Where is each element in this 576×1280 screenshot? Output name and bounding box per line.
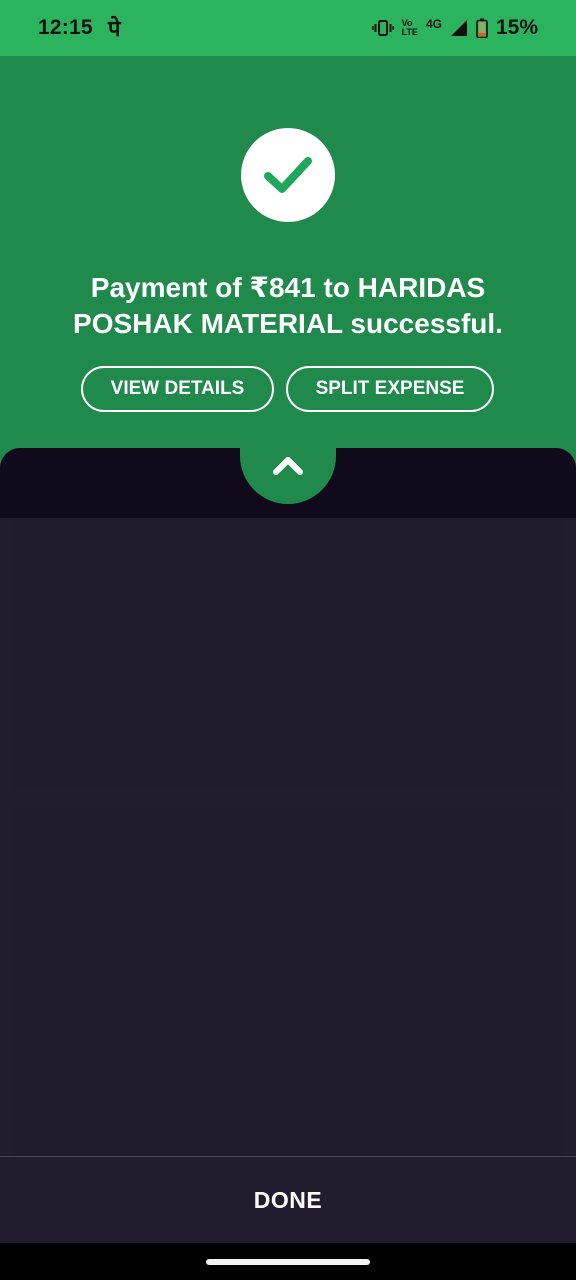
status-time: 12:15 xyxy=(38,16,93,39)
battery-icon xyxy=(476,18,488,38)
payment-success-screen: 12:15 पे Vo LTE 4G 15% Payment of ₹841 t… xyxy=(0,0,576,1280)
sheet-content-area xyxy=(12,518,564,1156)
payment-message: Payment of ₹841 to HARIDAS POSHAK MATERI… xyxy=(73,272,503,339)
checkmark-icon xyxy=(264,157,312,193)
volte-bottom-label: LTE xyxy=(401,27,418,37)
navigation-bar xyxy=(0,1243,576,1280)
status-icons: Vo LTE 4G 15% xyxy=(371,14,538,42)
battery-percent: 15% xyxy=(495,16,538,39)
signal-icon xyxy=(450,19,468,37)
vibrate-icon xyxy=(371,19,394,37)
split-expense-button[interactable]: SPLIT EXPENSE xyxy=(286,366,494,412)
content-divider-band xyxy=(12,788,564,808)
network-type: 4G xyxy=(425,17,442,31)
view-details-button[interactable]: VIEW DETAILS xyxy=(81,366,274,412)
notification-glyph: पे xyxy=(108,17,121,42)
done-button[interactable]: DONE xyxy=(0,1157,576,1243)
volte-icon: Vo LTE xyxy=(402,19,418,37)
home-indicator[interactable] xyxy=(206,1259,370,1265)
status-bar: 12:15 पे Vo LTE 4G 15% xyxy=(0,0,576,56)
success-badge xyxy=(241,128,335,222)
chevron-up-icon xyxy=(273,457,303,475)
